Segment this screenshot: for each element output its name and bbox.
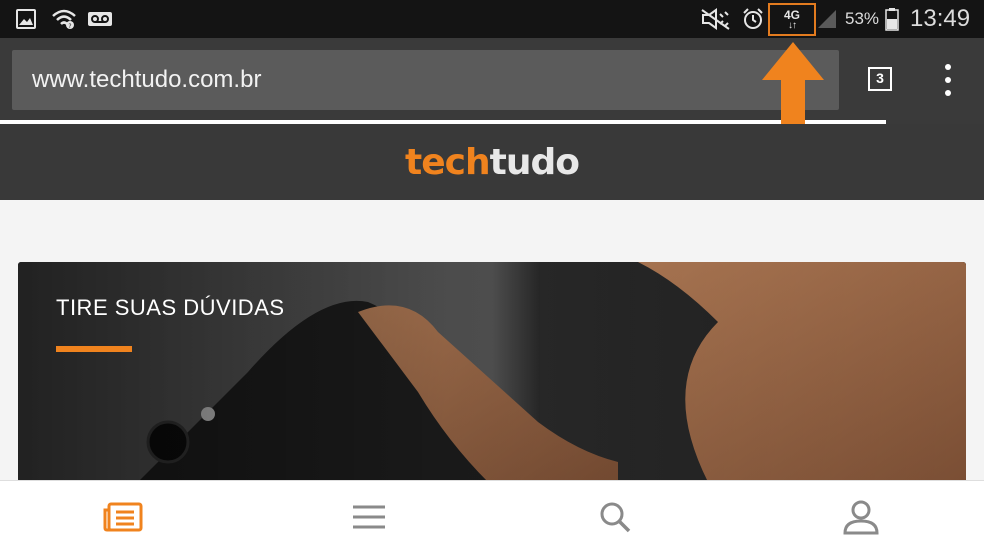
- techtudo-logo[interactable]: techtudo: [405, 141, 580, 183]
- battery-percent: 53%: [845, 9, 880, 28]
- article-card[interactable]: TIRE SUAS DÚVIDAS: [18, 262, 966, 482]
- logo-part-tudo: tudo: [489, 141, 580, 183]
- nav-search-icon[interactable]: [593, 497, 637, 537]
- nav-profile-icon[interactable]: [839, 497, 883, 537]
- nav-menu-icon[interactable]: [347, 497, 391, 537]
- site-header: techtudo: [0, 124, 984, 200]
- nav-news-icon[interactable]: [101, 497, 145, 537]
- gallery-icon: [14, 6, 38, 32]
- url-text: www.techtudo.com.br: [32, 66, 262, 93]
- signal-icon: [816, 6, 838, 32]
- wifi-icon: ?: [50, 6, 78, 32]
- annotation-arrow-icon: [762, 42, 824, 124]
- bottom-navigation: [0, 480, 984, 555]
- voicemail-icon: [86, 6, 114, 32]
- network-type-icon: 4G ↓↑: [768, 3, 816, 36]
- battery-icon: [884, 6, 900, 32]
- svg-text:?: ?: [68, 23, 71, 30]
- status-bar: ? 4G ↓↑ 53% 13:49: [0, 0, 984, 38]
- tab-switcher-button[interactable]: 3: [868, 67, 892, 91]
- address-bar[interactable]: www.techtudo.com.br: [12, 50, 839, 110]
- clock: 13:49: [910, 5, 971, 32]
- logo-part-tech: tech: [405, 141, 491, 183]
- mute-icon: [698, 6, 734, 32]
- network-activity-label: ↓↑: [788, 19, 797, 31]
- browser-toolbar: www.techtudo.com.br 3: [0, 38, 984, 120]
- overflow-menu-icon[interactable]: [935, 64, 961, 96]
- card-title: TIRE SUAS DÚVIDAS: [56, 295, 285, 320]
- card-title-underline: [56, 346, 132, 352]
- alarm-icon: [740, 6, 766, 32]
- page-content: TIRE SUAS DÚVIDAS: [0, 200, 984, 482]
- network-type-label: 4G: [783, 7, 800, 22]
